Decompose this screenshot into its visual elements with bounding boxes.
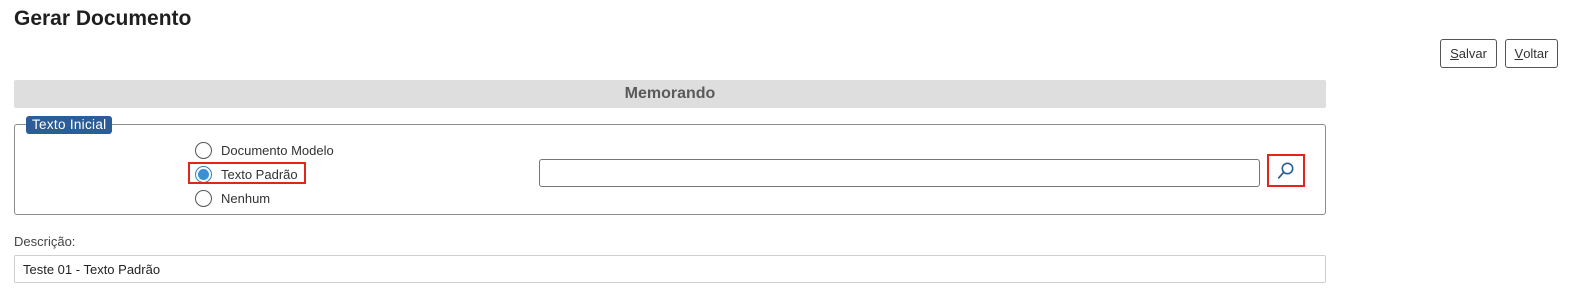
radio-texto-padrao-label: Texto Padrão bbox=[221, 166, 298, 182]
back-button[interactable]: Voltar bbox=[1505, 39, 1558, 68]
radio-nenhum-circle[interactable] bbox=[195, 189, 212, 207]
page-title: Gerar Documento bbox=[14, 7, 192, 30]
descricao-input[interactable] bbox=[14, 255, 1326, 283]
radio-nenhum-label: Nenhum bbox=[221, 190, 271, 206]
radio-documento-modelo[interactable]: Documento Modelo bbox=[195, 140, 334, 160]
radio-texto-padrao-circle[interactable] bbox=[195, 165, 212, 183]
back-accel-key: V bbox=[1514, 46, 1524, 61]
radio-nenhum[interactable]: Nenhum bbox=[195, 188, 270, 208]
magnifier-icon bbox=[1277, 162, 1294, 179]
save-label-rest: alvar bbox=[1458, 46, 1487, 61]
radio-documento-modelo-label: Documento Modelo bbox=[221, 142, 334, 158]
page: Gerar Documento Salvar Voltar Memorando … bbox=[0, 0, 1589, 293]
search-button[interactable] bbox=[1267, 154, 1305, 187]
radio-documento-modelo-circle[interactable] bbox=[195, 141, 212, 159]
save-button[interactable]: Salvar bbox=[1440, 39, 1497, 68]
texto-padrao-input[interactable] bbox=[539, 159, 1260, 187]
texto-inicial-legend: Texto Inicial bbox=[26, 116, 113, 134]
radio-texto-padrao[interactable]: Texto Padrão bbox=[195, 164, 298, 184]
descricao-label: Descrição: bbox=[14, 234, 76, 249]
back-label-rest: oltar bbox=[1523, 46, 1549, 61]
save-accel-key: S bbox=[1450, 46, 1459, 61]
section-header: Memorando bbox=[14, 80, 1326, 108]
